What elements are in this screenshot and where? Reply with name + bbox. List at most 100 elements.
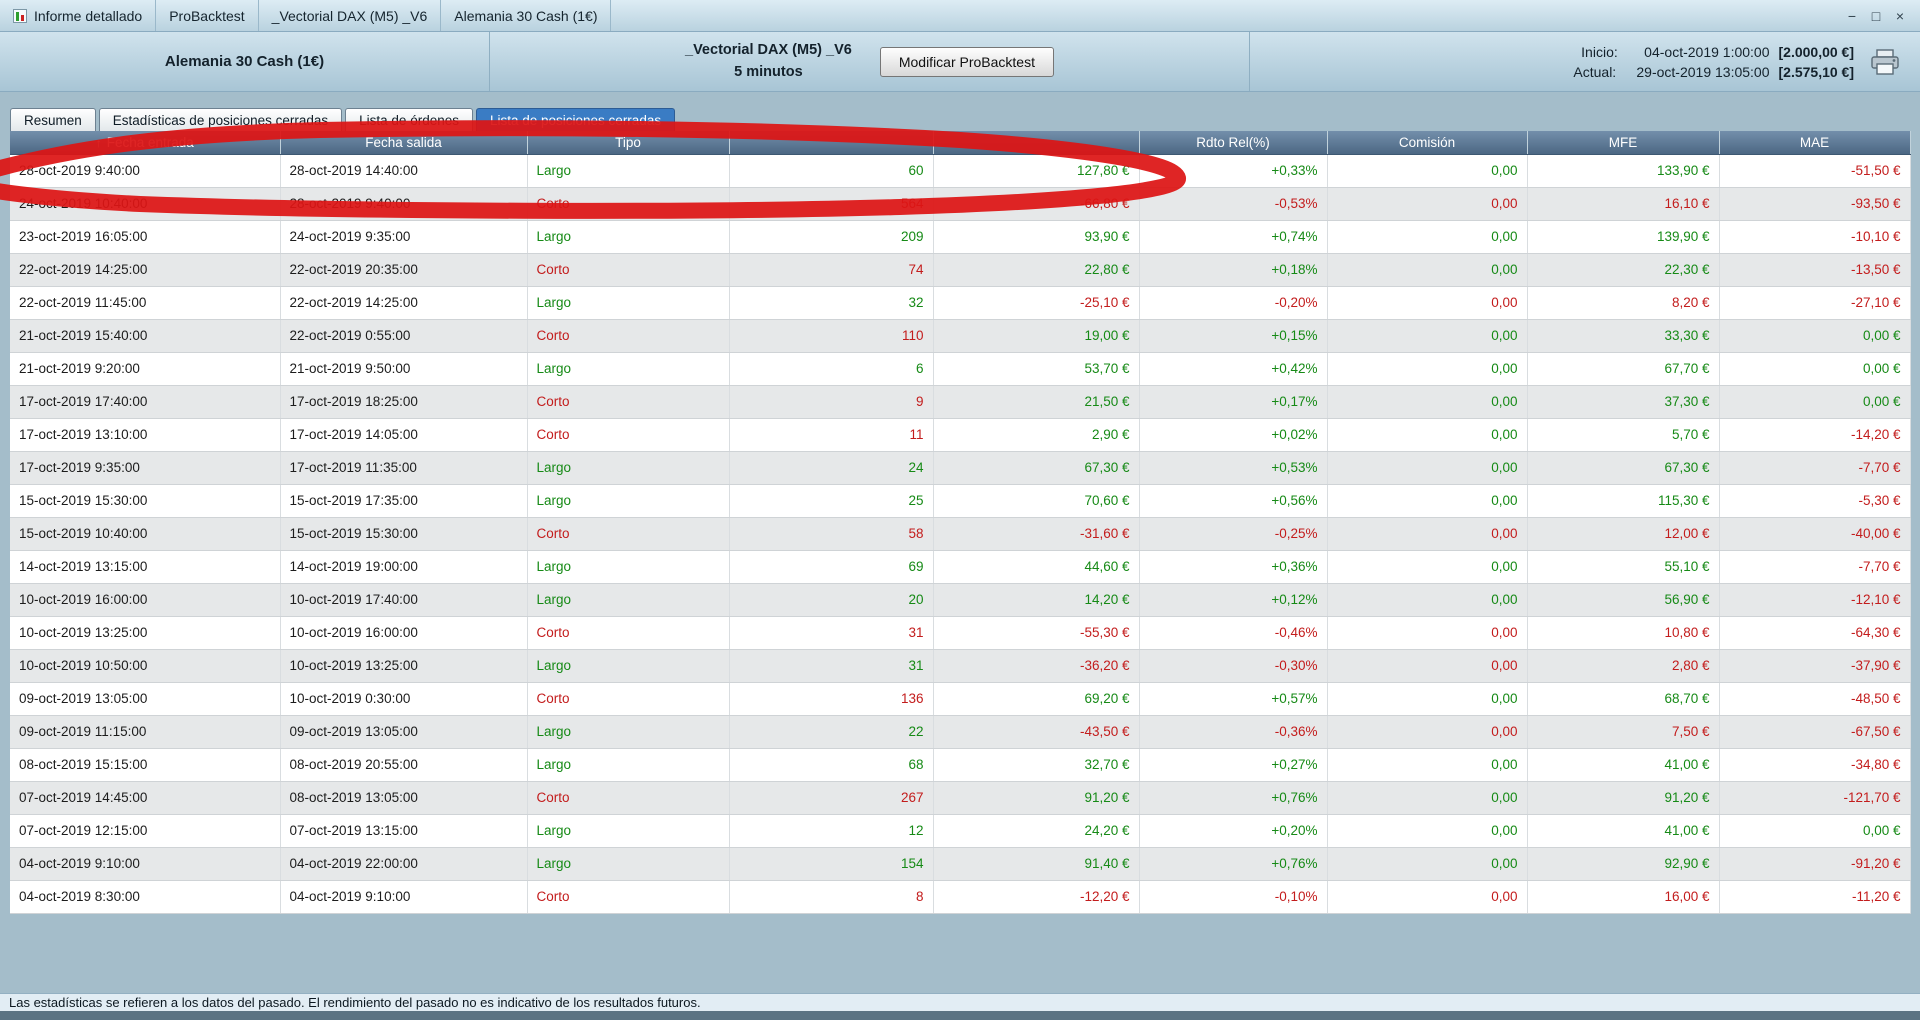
position-row[interactable]: 04-oct-2019 8:30:00 04-oct-2019 9:10:00 Co…	[10, 880, 1911, 914]
column-header-fecha-entrada[interactable]: ↑ Fecha entrada	[10, 131, 281, 155]
exit-date-cell: 10-oct-2019 17:40:00	[280, 583, 528, 617]
position-row[interactable]: 22-oct-2019 14:25:00 22-oct-2019 20:35:00…	[10, 253, 1911, 287]
rel-return-cell: +0,57%	[1139, 682, 1328, 716]
exit-date-cell: 22-oct-2019 14:25:00	[280, 286, 528, 320]
entry-date-cell: 14-oct-2019 13:15:00	[10, 550, 281, 584]
tab-estad-sticas-de-posiciones-cerradas[interactable]: Estadísticas de posiciones cerradas	[98, 108, 343, 131]
system-name-block: _Vectorial DAX (M5) _V6 5 minutos	[685, 40, 852, 82]
system-name: _Vectorial DAX (M5) _V6	[685, 42, 852, 59]
column-header-label: Rdto Rel(%)	[1196, 134, 1270, 150]
titlebar-segment-informe[interactable]: Informe detallado	[0, 0, 157, 31]
tab-lista-de-posiciones-cerradas[interactable]: Lista de posiciones cerradas	[475, 108, 676, 131]
position-row[interactable]: 04-oct-2019 9:10:00 04-oct-2019 22:00:00 L…	[10, 847, 1911, 881]
position-row[interactable]: 23-oct-2019 16:05:00 24-oct-2019 9:35:00 L…	[10, 220, 1911, 254]
tab-resumen[interactable]: Resumen	[10, 108, 96, 131]
profit-cell: 24,20 €	[933, 814, 1140, 848]
position-row[interactable]: 24-oct-2019 10:40:00 28-oct-2019 9:40:00 C…	[10, 187, 1911, 221]
mae-cell: -67,50 €	[1719, 715, 1911, 749]
rel-return-cell: +0,27%	[1139, 748, 1328, 782]
exit-date-cell: 04-oct-2019 9:10:00	[280, 880, 528, 914]
position-row[interactable]: 22-oct-2019 11:45:00 22-oct-2019 14:25:00…	[10, 286, 1911, 320]
position-row[interactable]: 21-oct-2019 9:20:00 21-oct-2019 9:50:00 La…	[10, 352, 1911, 386]
mfe-cell: 8,20 €	[1527, 286, 1720, 320]
column-header-obscured-3[interactable]	[729, 131, 934, 155]
rel-return-cell: +0,36%	[1139, 550, 1328, 584]
titlebar-segment-probacktest[interactable]: ProBacktest	[156, 0, 259, 31]
profit-cell: 93,90 €	[933, 220, 1140, 254]
maximize-icon[interactable]: □	[1866, 6, 1886, 26]
column-header-fecha-salida[interactable]: Fecha salida	[280, 131, 528, 155]
bars-cell: 68	[729, 748, 934, 782]
rel-return-cell: +0,76%	[1139, 847, 1328, 881]
position-row[interactable]: 21-oct-2019 15:40:00 22-oct-2019 0:55:00 C…	[10, 319, 1911, 353]
position-row[interactable]: 17-oct-2019 17:40:00 17-oct-2019 18:25:00…	[10, 385, 1911, 419]
mfe-cell: 33,30 €	[1527, 319, 1720, 353]
closed-positions-table: ↑ Fecha entrada Fecha salida Tipo Rdto Rel(%…	[10, 131, 1911, 914]
column-header-obscured-4[interactable]	[933, 131, 1140, 155]
commission-cell: 0,00	[1327, 253, 1528, 287]
column-header-rdto-rel[interactable]: Rdto Rel(%)	[1139, 131, 1328, 155]
bars-cell: 31	[729, 616, 934, 650]
mae-cell: -7,70 €	[1719, 550, 1911, 584]
position-row[interactable]: 15-oct-2019 15:30:00 15-oct-2019 17:35:00…	[10, 484, 1911, 518]
mfe-cell: 67,30 €	[1527, 451, 1720, 485]
position-row[interactable]: 15-oct-2019 10:40:00 15-oct-2019 15:30:00…	[10, 517, 1911, 551]
mae-cell: -51,50 €	[1719, 154, 1911, 188]
position-row[interactable]: 08-oct-2019 15:15:00 08-oct-2019 20:55:00…	[10, 748, 1911, 782]
position-row[interactable]: 28-oct-2019 9:40:00 28-oct-2019 14:40:00 L…	[10, 154, 1911, 188]
profit-cell: 70,60 €	[933, 484, 1140, 518]
profit-cell: -25,10 €	[933, 286, 1140, 320]
start-equity: [2.000,00 €]	[1778, 43, 1855, 60]
position-row[interactable]: 14-oct-2019 13:15:00 14-oct-2019 19:00:00…	[10, 550, 1911, 584]
mae-cell: 0,00 €	[1719, 814, 1911, 848]
mfe-cell: 92,90 €	[1527, 847, 1720, 881]
entry-date-cell: 22-oct-2019 11:45:00	[10, 286, 281, 320]
exit-date-cell: 24-oct-2019 9:35:00	[280, 220, 528, 254]
mae-cell: -5,30 €	[1719, 484, 1911, 518]
current-line: Actual: 29-oct-2019 13:05:00 [2.575,10 €…	[1573, 64, 1854, 80]
mae-cell: -37,90 €	[1719, 649, 1911, 683]
commission-cell: 0,00	[1327, 814, 1528, 848]
profit-cell: 14,20 €	[933, 583, 1140, 617]
tab-lista-de-rdenes[interactable]: Lista de órdenes	[345, 108, 473, 131]
type-cell: Largo	[527, 583, 730, 617]
position-row[interactable]: 09-oct-2019 11:15:00 09-oct-2019 13:05:00…	[10, 715, 1911, 749]
column-header-tipo[interactable]: Tipo	[527, 131, 730, 155]
printer-icon[interactable]	[1870, 48, 1900, 75]
position-row[interactable]: 10-oct-2019 13:25:00 10-oct-2019 16:00:00…	[10, 616, 1911, 650]
entry-date-cell: 24-oct-2019 10:40:00	[10, 187, 281, 221]
position-row[interactable]: 17-oct-2019 9:35:00 17-oct-2019 11:35:00 L…	[10, 451, 1911, 485]
commission-cell: 0,00	[1327, 517, 1528, 551]
minimize-icon[interactable]: −	[1842, 6, 1862, 26]
position-row[interactable]: 17-oct-2019 13:10:00 17-oct-2019 14:05:00…	[10, 418, 1911, 452]
entry-date-cell: 21-oct-2019 9:20:00	[10, 352, 281, 386]
column-header-mfe[interactable]: MFE	[1527, 131, 1720, 155]
entry-date-cell: 15-oct-2019 15:30:00	[10, 484, 281, 518]
position-row[interactable]: 10-oct-2019 10:50:00 10-oct-2019 13:25:00…	[10, 649, 1911, 683]
bars-cell: 24	[729, 451, 934, 485]
close-icon[interactable]: ×	[1890, 6, 1910, 26]
titlebar: Informe detallado ProBacktest _Vectorial…	[0, 0, 1920, 32]
start-label: Inicio:	[1581, 43, 1618, 60]
position-row[interactable]: 10-oct-2019 16:00:00 10-oct-2019 17:40:00…	[10, 583, 1911, 617]
titlebar-segment-instrument[interactable]: Alemania 30 Cash (1€)	[441, 0, 612, 31]
position-row[interactable]: 09-oct-2019 13:05:00 10-oct-2019 0:30:00 C…	[10, 682, 1911, 716]
modify-probacktest-button[interactable]: Modificar ProBacktest	[879, 46, 1054, 77]
entry-date-cell: 08-oct-2019 15:15:00	[10, 748, 281, 782]
bars-cell: 136	[729, 682, 934, 716]
profit-cell: -36,20 €	[933, 649, 1140, 683]
column-header-mae[interactable]: MAE	[1719, 131, 1911, 155]
mae-cell: -93,50 €	[1719, 187, 1911, 221]
titlebar-segment-system[interactable]: _Vectorial DAX (M5) _V6	[259, 0, 442, 31]
column-header-comisi-n[interactable]: Comisión	[1327, 131, 1528, 155]
exit-date-cell: 04-oct-2019 22:00:00	[280, 847, 528, 881]
type-cell: Corto	[527, 385, 730, 419]
mfe-cell: 41,00 €	[1527, 814, 1720, 848]
type-cell: Corto	[527, 682, 730, 716]
rel-return-cell: +0,02%	[1139, 418, 1328, 452]
mfe-cell: 41,00 €	[1527, 748, 1720, 782]
position-row[interactable]: 07-oct-2019 14:45:00 08-oct-2019 13:05:00…	[10, 781, 1911, 815]
type-cell: Largo	[527, 154, 730, 188]
position-row[interactable]: 07-oct-2019 12:15:00 07-oct-2019 13:15:00…	[10, 814, 1911, 848]
type-cell: Largo	[527, 220, 730, 254]
